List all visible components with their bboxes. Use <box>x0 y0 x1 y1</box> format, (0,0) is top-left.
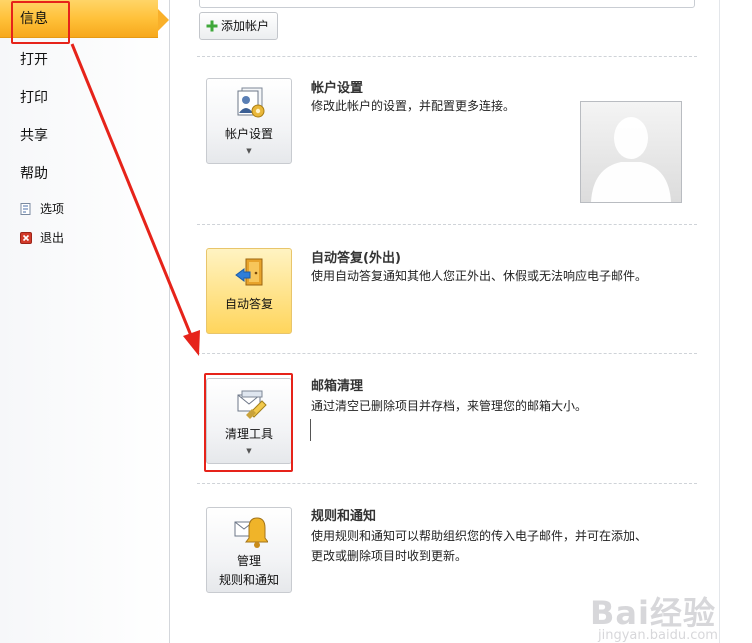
nav-item-open[interactable]: 打开 <box>0 41 169 79</box>
watermark-sub: jingyan.baidu.com <box>598 628 718 643</box>
mailbox-cleanup-title: 邮箱清理 <box>311 379 364 394</box>
exit-icon <box>20 232 32 244</box>
auto-reply-description: 使用自动答复通知其他人您正外出、休假或无法响应电子邮件。 <box>311 269 648 283</box>
cleanup-tools-caret: ▼ <box>246 447 252 455</box>
manage-rules-alerts-button[interactable]: 管理 规则和通知 <box>206 507 292 593</box>
nav-item-exit[interactable]: 退出 <box>20 227 64 249</box>
cleanup-tools-button-label: 清理工具 <box>224 427 273 441</box>
section-divider <box>197 56 697 57</box>
text-cursor <box>310 419 311 441</box>
section-divider <box>197 353 697 354</box>
nav-item-options[interactable]: 选项 <box>20 198 64 220</box>
plus-icon <box>206 20 218 32</box>
rules-alerts-title: 规则和通知 <box>311 509 377 524</box>
account-settings-icon <box>237 87 265 118</box>
account-selector[interactable] <box>199 0 695 8</box>
watermark-text: Bai经验 <box>590 594 716 632</box>
nav-item-share[interactable]: 共享 <box>0 117 169 155</box>
rules-alerts-description: 使用规则和通知可以帮助组织您的传入电子邮件，并可在添加、 更改或删除项目时收到更… <box>311 526 691 566</box>
profile-photo-placeholder[interactable] <box>580 101 682 203</box>
person-silhouette-icon <box>591 117 671 202</box>
auto-reply-title: 自动答复(外出) <box>311 251 401 266</box>
account-settings-title: 帐户设置 <box>311 81 364 96</box>
rules-alerts-icon <box>234 517 268 548</box>
manage-rules-alerts-label-line1: 管理 <box>236 554 261 568</box>
nav-item-help[interactable]: 帮助 <box>0 155 169 193</box>
nav-item-options-label: 选项 <box>40 202 65 216</box>
section-divider <box>197 224 697 225</box>
backstage-nav: 信息 打开 打印 共享 帮助 选项 退出 <box>0 0 170 643</box>
section-divider <box>197 483 697 484</box>
nav-item-info[interactable]: 信息 <box>0 0 169 38</box>
nav-item-print[interactable]: 打印 <box>0 79 169 117</box>
auto-reply-icon <box>235 258 263 286</box>
add-account-label: 添加帐户 <box>221 19 270 33</box>
baidu-jingyan-watermark: Bai经验 jingyan.baidu.com <box>590 588 718 643</box>
rules-alerts-description-line2: 更改或删除项目时收到更新。 <box>311 549 468 563</box>
account-settings-caret: ▼ <box>246 147 252 155</box>
auto-reply-button-label: 自动答复 <box>224 297 273 311</box>
cleanup-tools-button[interactable]: 清理工具 ▼ <box>206 378 292 464</box>
mailbox-cleanup-description: 通过清空已删除项目并存档，来管理您的邮箱大小。 <box>311 399 588 413</box>
add-account-button[interactable]: 添加帐户 <box>199 12 279 40</box>
cleanup-tools-icon <box>237 390 267 419</box>
rules-alerts-description-line1: 使用规则和通知可以帮助组织您的传入电子邮件，并可在添加、 <box>311 529 648 543</box>
options-icon <box>20 203 31 215</box>
nav-item-exit-label: 退出 <box>40 231 65 245</box>
auto-reply-button[interactable]: 自动答复 <box>206 248 292 334</box>
content-right-border <box>719 0 720 643</box>
manage-rules-alerts-label: 管理 规则和通知 <box>207 553 291 588</box>
manage-rules-alerts-label-line2: 规则和通知 <box>218 573 279 587</box>
account-settings-button[interactable]: 帐户设置 ▼ <box>206 78 292 164</box>
account-settings-button-label: 帐户设置 <box>224 127 273 141</box>
